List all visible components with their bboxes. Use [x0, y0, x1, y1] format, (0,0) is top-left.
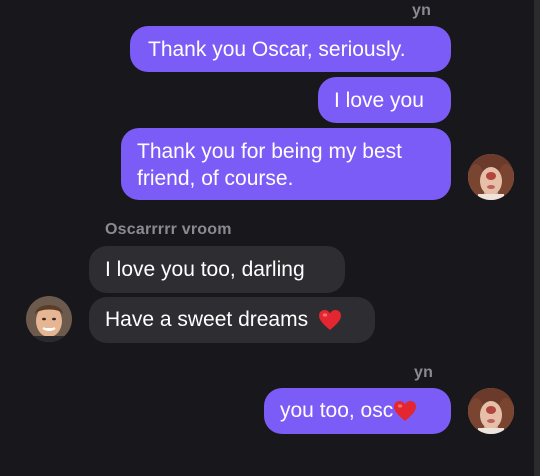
avatar-yn[interactable] [468, 388, 514, 434]
chat-thread[interactable]: yn Thank you Oscar, seriously. I love yo… [0, 0, 540, 476]
scrollbar[interactable] [534, 0, 540, 476]
sender-name-yn: yn [414, 364, 434, 381]
avatar-yn[interactable] [468, 154, 514, 200]
message-text: Thank you for being my best friend, of c… [137, 140, 402, 190]
sender-name-oscar: Oscarrrrr vroom [105, 221, 232, 238]
message-text: I love you [334, 89, 424, 112]
avatar-yn-image [468, 154, 514, 200]
message-text: Thank you Oscar, seriously. [148, 38, 406, 61]
message-text: you too, osc [280, 399, 394, 422]
message-bubble-outgoing[interactable]: Thank you Oscar, seriously. [130, 26, 451, 72]
avatar-oscar-image [26, 296, 72, 342]
avatar-yn-image [468, 388, 514, 434]
message-bubble-incoming[interactable]: I love you too, darling [89, 246, 345, 293]
heart-emoji-icon [394, 401, 417, 422]
message-text: Have a sweet dreams [105, 308, 309, 331]
heart-emoji-icon [318, 310, 341, 331]
message-bubble-outgoing[interactable]: I love you [318, 77, 451, 123]
message-text: I love you too, darling [105, 258, 305, 281]
message-bubble-incoming[interactable]: Have a sweet dreams [89, 297, 375, 343]
sender-name-yn: yn [412, 2, 432, 19]
message-bubble-outgoing[interactable]: you too, osc [264, 388, 451, 434]
avatar-oscar[interactable] [26, 296, 72, 342]
message-bubble-outgoing[interactable]: Thank you for being my best friend, of c… [121, 128, 451, 200]
